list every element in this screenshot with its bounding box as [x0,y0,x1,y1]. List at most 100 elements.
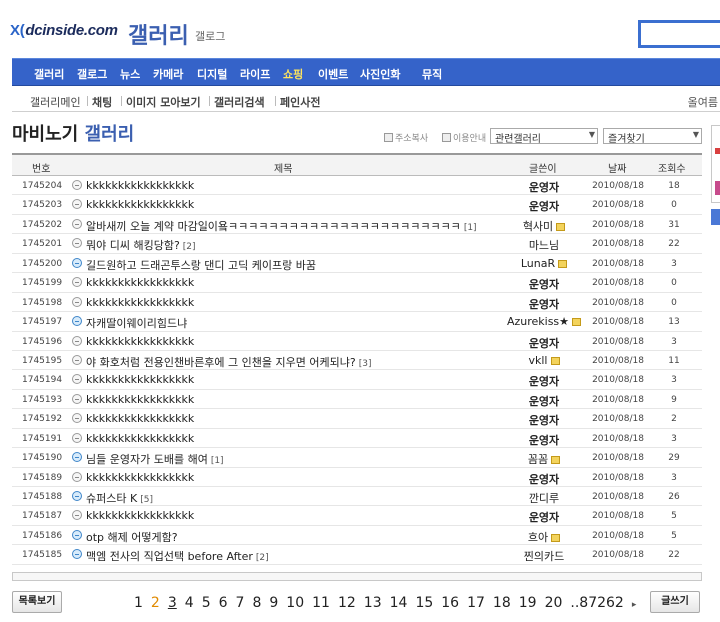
page-link[interactable]: 1 [134,595,143,611]
nav-item[interactable]: 이벤트 [318,66,348,82]
page-link[interactable]: 6 [219,595,228,611]
page-link[interactable]: 17 [467,595,485,611]
copy-address-link[interactable]: 주소복사 [384,131,428,144]
post-subject-link[interactable]: 뭐야 디씨 해킹당함? [2] [86,237,196,253]
post-writer[interactable]: 운영자 [494,198,594,214]
search-input[interactable] [638,20,720,48]
side-blue-tab[interactable] [711,209,720,225]
post-subject-link[interactable]: kkkkkkkkkkkkkkkkk [86,393,194,406]
nav-item[interactable]: 갤러리 [34,66,64,82]
gallog-icon[interactable] [572,318,582,327]
last-page-link[interactable]: ..87262 [570,595,623,611]
post-writer[interactable]: 운영자 [494,296,594,312]
page-link[interactable]: 2 [151,595,160,611]
post-subject-link[interactable]: kkkkkkkkkkkkkkkkk [86,412,194,425]
post-writer[interactable]: LunaR [494,257,594,270]
page-link[interactable]: 3 [168,595,177,611]
page-link[interactable]: 12 [338,595,356,611]
post-subject-link[interactable]: 알바새끼 오늘 계약 마감일이욬ㅋㅋㅋㅋㅋㅋㅋㅋㅋㅋㅋㅋㅋㅋㅋㅋㅋㅋㅋㅋㅋㅋㅋ[… [86,218,477,234]
nav-item[interactable]: 쇼핑 [283,66,303,82]
post-subject-link[interactable]: kkkkkkkkkkkkkkkkk [86,198,194,211]
post-writer[interactable]: 운영자 [494,373,594,389]
gallery-title[interactable]: 갤러리 [128,18,189,50]
post-writer[interactable]: 운영자 [494,432,594,448]
post-subject-link[interactable]: kkkkkkkkkkkkkkkkk [86,335,194,348]
page-link[interactable]: 5 [202,595,211,611]
post-subject-link[interactable]: kkkkkkkkkkkkkkkkk [86,509,194,522]
comment-count[interactable]: [2] [183,242,196,252]
page-link[interactable]: 11 [312,595,330,611]
nav-item[interactable]: 라이프 [240,66,270,82]
page-link[interactable]: 16 [441,595,459,611]
page-link[interactable]: 14 [390,595,408,611]
post-subject-link[interactable]: 슈퍼스타 K [5] [86,490,153,506]
gallog-icon[interactable] [551,533,561,542]
nav-item[interactable]: 뉴스 [120,66,140,82]
nav-item[interactable]: 사진인화 [360,66,400,82]
horizontal-scrollbar[interactable] [12,572,702,581]
comment-count[interactable]: [2] [256,553,269,563]
gallog-icon[interactable] [558,259,568,268]
sub-nav-item[interactable]: 페인사전 [280,94,320,110]
nav-item[interactable]: 카메라 [153,66,183,82]
post-writer[interactable]: 운영자 [494,276,594,292]
post-writer[interactable]: 운영자 [494,179,594,195]
post-writer[interactable]: 찐의카드 [494,548,594,564]
page-link[interactable]: 9 [269,595,278,611]
post-writer[interactable]: 혁사미 [494,218,594,234]
page-link[interactable]: 15 [415,595,433,611]
gallog-icon[interactable] [556,222,566,231]
related-gallery-select[interactable]: 관련갤러리 ▼ [490,128,598,145]
sub-nav-right-link[interactable]: 올여름 [688,94,718,110]
next-page-icon[interactable]: ▸ [632,600,637,610]
post-subject-link[interactable]: 야 화호처럼 전용인챈바른후에 그 인챈을 지우면 어케되냐? [3] [86,354,371,370]
sub-nav-item[interactable]: 갤러리검색 [214,94,265,110]
nav-item[interactable]: 디지털 [197,66,227,82]
post-subject-link[interactable]: 자캐딸이웨이리힘드냐 [86,315,187,331]
post-subject-link[interactable]: kkkkkkkkkkkkkkkkk [86,432,194,445]
sub-nav-item[interactable]: 이미지 모아보기 [126,94,201,110]
comment-count[interactable]: [3] [359,359,372,369]
sub-nav-item[interactable]: 갤러리메인 [30,94,81,110]
dcinside-logo[interactable]: X(dcinside.com [10,22,118,39]
page-link[interactable]: 19 [519,595,537,611]
page-link[interactable]: 20 [545,595,563,611]
page-link[interactable]: 10 [286,595,304,611]
list-view-button[interactable]: 목록보기 [12,591,62,613]
write-button[interactable]: 글쓰기 [650,591,700,613]
nav-item[interactable]: 뮤직 [422,66,442,82]
page-link[interactable]: 18 [493,595,511,611]
post-writer[interactable]: Azurekiss★ [494,315,594,328]
post-writer[interactable]: 운영자 [494,471,594,487]
usage-guide-link[interactable]: 이용안내 [442,131,486,144]
comment-count[interactable]: [5] [140,495,153,505]
gallog-icon[interactable] [550,356,560,365]
post-subject-link[interactable]: kkkkkkkkkkkkkkkkk [86,471,194,484]
gallog-link[interactable]: 갤로그 [195,28,225,44]
post-subject-link[interactable]: 길드원하고 드래곤투스랑 댄디 고딕 케이프랑 바꿈 [86,257,316,273]
favorites-select[interactable]: 즐겨찾기 ▼ [603,128,702,145]
post-writer[interactable]: 운영자 [494,393,594,409]
page-link[interactable]: 4 [185,595,194,611]
post-writer[interactable]: 마느님 [494,237,594,253]
post-writer[interactable]: 운영자 [494,509,594,525]
page-link[interactable]: 13 [364,595,382,611]
page-link[interactable]: 8 [252,595,261,611]
post-writer[interactable]: vkll [494,354,594,367]
comment-count[interactable]: [1] [211,456,224,466]
post-subject-link[interactable]: kkkkkkkkkkkkkkkkk [86,276,194,289]
post-writer[interactable]: 운영자 [494,335,594,351]
post-writer[interactable]: 운영자 [494,412,594,428]
nav-item[interactable]: 갤로그 [77,66,107,82]
comment-count[interactable]: [1] [464,223,477,233]
post-writer[interactable]: 깐디루 [494,490,594,506]
post-subject-link[interactable]: kkkkkkkkkkkkkkkkk [86,296,194,309]
page-link[interactable]: 7 [236,595,245,611]
post-writer[interactable]: 꼼꼼 [494,451,594,467]
post-subject-link[interactable]: kkkkkkkkkkkkkkkkk [86,179,194,192]
post-subject-link[interactable]: 님들 운영자가 도배를 해여 [1] [86,451,224,467]
gallog-icon[interactable] [551,456,561,465]
sub-nav-item[interactable]: 채팅 [92,94,112,110]
post-writer[interactable]: 흐아 [494,529,594,545]
post-subject-link[interactable]: 맥엠 전사의 직업선택 before After [2] [86,548,269,564]
